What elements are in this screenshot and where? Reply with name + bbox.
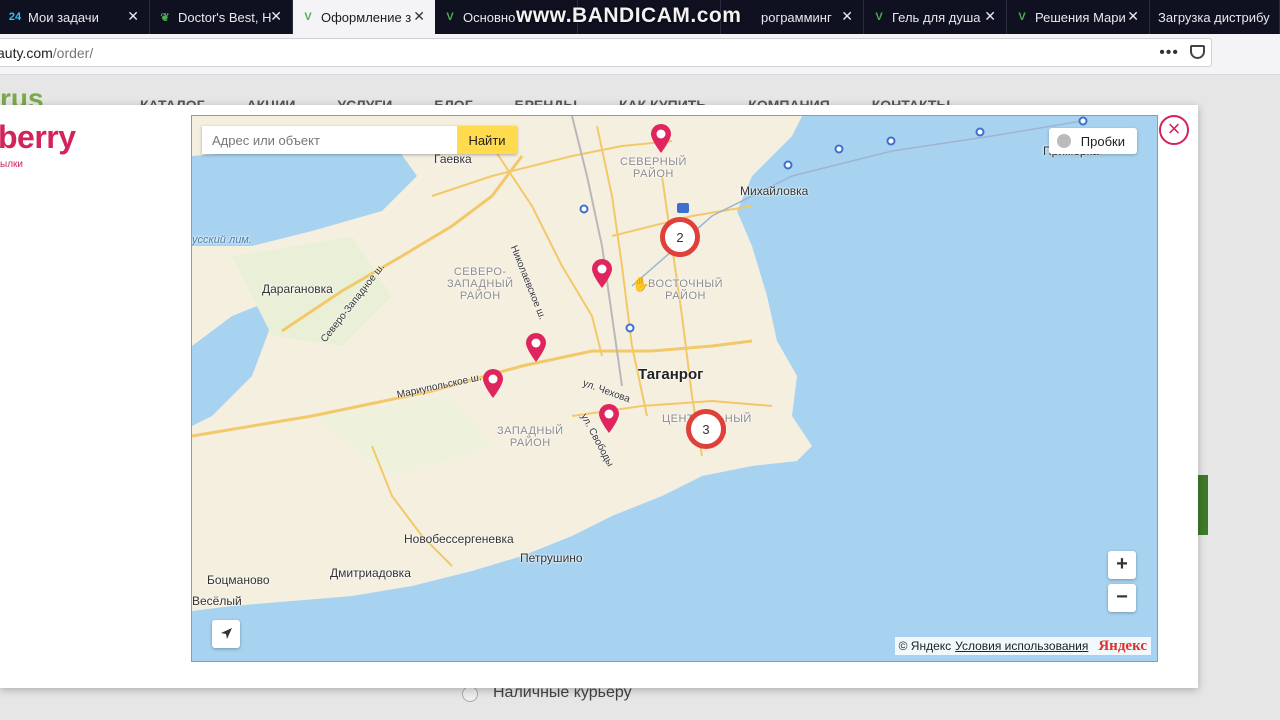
label-mikhailovka: Михайловка [740,184,809,198]
close-icon[interactable]: ✕ [413,9,425,23]
transit-stop [579,204,589,214]
copyright-text: © Яндекс [898,639,952,653]
cluster-marker[interactable]: 2 [660,217,700,257]
tab-label: Гель для душа [892,9,981,25]
transit-stop [975,127,985,137]
check-v-icon: V [875,11,883,23]
payment-radio[interactable] [462,686,478,702]
traffic-toggle[interactable]: Пробки [1048,128,1137,154]
label-dmitriadovka: Дмитриадовка [330,566,411,580]
check-v-icon: V [304,11,312,23]
url-path: /order/ [52,45,94,61]
map-attribution: © Яндекс Условия использования Яндекс [894,637,1151,655]
tab-doctors-best[interactable]: ❦ Doctor's Best, H ✕ [150,0,293,34]
map-canvas [192,116,1157,611]
label-russkiy-liman: усский лим. [192,234,252,246]
tab-solutions[interactable]: V Решения Мари ✕ [1007,0,1150,34]
map-search: Найти [202,126,517,154]
transit-stop [1078,116,1088,126]
label-severo-zapadny: СЕВЕРО- ЗАПАДНЫЙ РАЙОН [447,266,514,302]
bitrix24-icon: 24 [8,11,22,23]
pocket-icon[interactable] [1190,45,1205,59]
close-modal-button[interactable]: × [1159,115,1189,145]
yandex-map[interactable]: Гаевка СЕВЕРНЫЙ РАЙОН Михайловка Приморк… [191,115,1158,662]
label-vostochny: ВОСТОЧНЫЙ РАЙОН [648,278,724,302]
label-taganrog: Таганрог [638,366,704,383]
pickup-point-pin[interactable] [591,259,613,289]
url-text: auty.com/order/ [0,45,93,61]
label-zapadny: ЗАПАДНЫЙ РАЙОН [497,425,564,449]
label-gaevka: Гаевка [434,152,472,166]
close-icon[interactable]: ✕ [127,9,139,23]
traffic-label: Пробки [1080,133,1125,149]
terms-link[interactable]: Условия использования [955,639,1088,653]
close-icon[interactable]: ✕ [984,9,996,23]
close-icon[interactable]: ✕ [1127,9,1139,23]
pickup-point-pin[interactable] [598,404,620,434]
tab-label: Решения Мари [1035,9,1126,25]
label-bocmanovo: Боцманово [207,573,270,587]
recording-watermark: www.BANDICAM.com [516,4,742,27]
zoom-in-button[interactable]: + [1108,551,1136,579]
tab-label: Загрузка дистрибу [1158,9,1270,25]
zoom-out-button[interactable]: − [1108,584,1136,612]
tab-label: Doctor's Best, H [178,9,272,25]
tab-order-checkout[interactable]: V Оформление з ✕ [293,0,435,34]
geolocation-button[interactable] [212,620,240,648]
tab-my-tasks[interactable]: 24 Мои задачи ✕ [0,0,150,34]
pickup-point-pin[interactable] [525,333,547,363]
cluster-marker[interactable]: 3 [686,409,726,449]
pickup-point-pin[interactable] [650,124,672,154]
close-icon[interactable]: ✕ [841,9,853,23]
leaf-icon: ❦ [160,11,170,24]
address-bar: auty.com/order/ ••• [0,34,1280,75]
url-field[interactable]: auty.com/order/ ••• [0,38,1212,67]
hand-cursor-icon: ✋ [632,276,650,292]
map-modal: berry ылки × Гаевка СЕВЕРНЫЙ РАЙОН Михай… [0,105,1198,688]
transit-stop [625,323,635,333]
transit-stop [886,136,896,146]
browser-tab-strip: 24 Мои задачи ✕ ❦ Doctor's Best, H ✕ V О… [0,0,1280,34]
address-search-input[interactable] [202,126,457,154]
tab-shower-gel[interactable]: V Гель для душа ✕ [864,0,1007,34]
pickup-point-pin[interactable] [482,369,504,399]
navigation-arrow-icon [221,628,232,639]
url-host: auty.com [0,45,53,61]
tab-programming[interactable]: рограмминг ✕ [721,0,864,34]
tab-label: рограмминг [761,9,832,25]
check-v-icon: V [1018,11,1026,23]
tab-label: Оформление з [321,9,412,25]
tab-download[interactable]: Загрузка дистрибу [1150,0,1280,34]
label-vesely: Весёлый [192,594,242,608]
find-button[interactable]: Найти [457,126,517,154]
transit-stop [783,160,793,170]
brand-tagline: ылки [0,159,23,170]
label-daraganovka: Дарагановка [262,282,333,296]
check-v-icon: V [446,11,454,23]
close-icon[interactable]: ✕ [270,9,282,23]
tab-label: Основно [463,9,516,25]
traffic-light-icon [1056,134,1071,148]
label-novobessergenevka: Новобессергеневка [404,532,514,546]
tab-label: Мои задачи [28,9,99,25]
transit-stop [834,144,844,154]
train-station-icon [677,203,689,213]
label-petrushino: Петрушино [520,551,583,565]
label-severny: СЕВЕРНЫЙ РАЙОН [620,156,687,180]
brand-logo: berry [0,119,76,155]
yandex-logo[interactable]: Яндекс [1098,638,1147,655]
page-actions-icon[interactable]: ••• [1159,44,1179,62]
